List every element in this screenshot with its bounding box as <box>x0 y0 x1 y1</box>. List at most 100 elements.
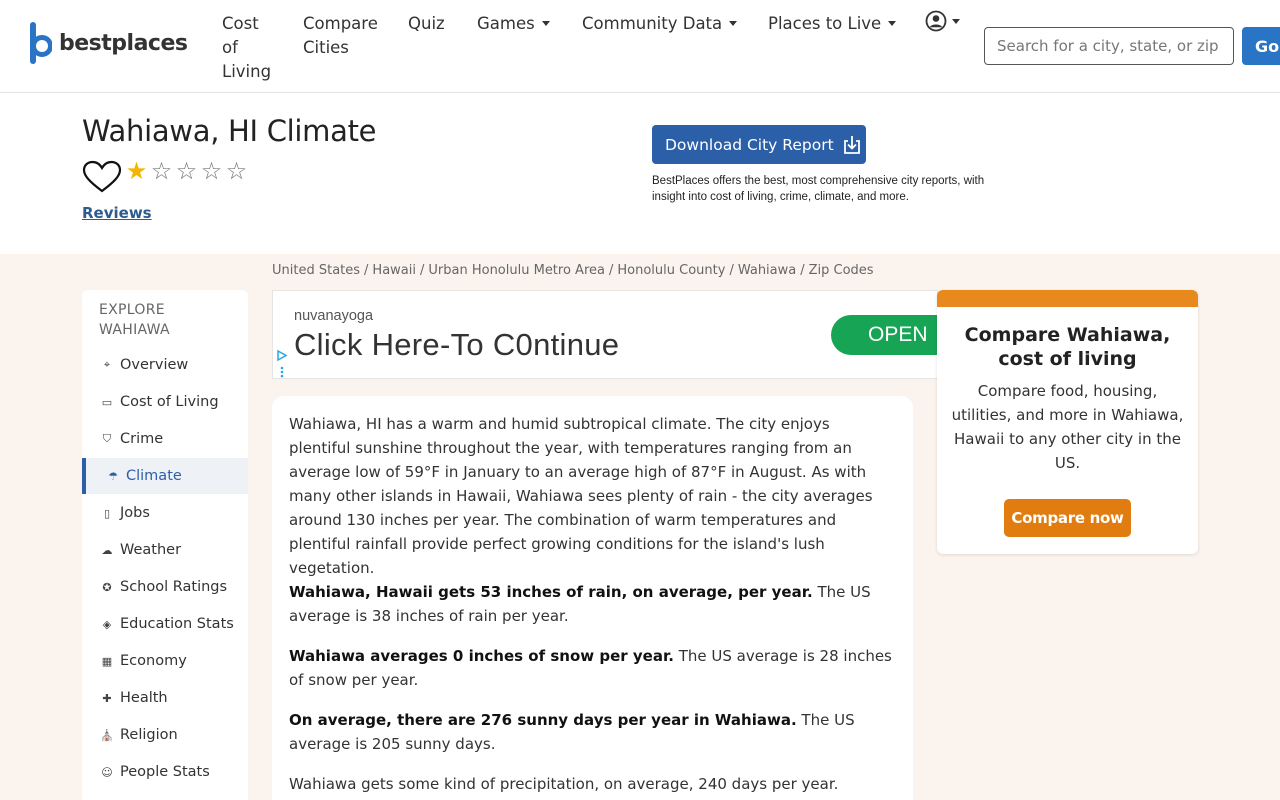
star-empty-icon[interactable]: ☆ <box>225 158 248 186</box>
nav-cost-of-living-line2: of <box>222 38 238 57</box>
search-input[interactable] <box>984 27 1234 65</box>
umbrella-icon: ☂ <box>108 469 118 483</box>
compare-card-text: Compare food, housing, utilities, and mo… <box>951 382 1184 472</box>
sidebar-item-label: Economy <box>120 653 187 669</box>
snow-stat-bold: Wahiawa averages 0 inches of snow per ye… <box>289 647 674 665</box>
compare-now-button[interactable]: Compare now <box>1004 499 1131 537</box>
breadcrumb: United States / Hawaii / Urban Honolulu Metr… <box>272 263 874 278</box>
nav-compare-cities-line1: Compare <box>303 14 378 33</box>
sidebar-item-label: Weather <box>120 542 182 558</box>
download-note: BestPlaces offers the best, most compreh… <box>652 175 985 203</box>
sidebar-item-label: Religion <box>120 727 178 743</box>
caret-down-icon <box>888 21 897 26</box>
sidebar-item-label: Health <box>120 690 168 706</box>
breadcrumb-link[interactable]: Honolulu County <box>617 263 725 278</box>
ad-banner[interactable]: nuvanayoga Click Here-To C0ntinue OPEN <box>272 290 951 379</box>
breadcrumb-separator: / <box>420 263 425 278</box>
building-icon: ▦ <box>101 654 113 668</box>
sidebar-item-label: People Stats <box>120 764 210 780</box>
ad-choices-icon[interactable] <box>276 349 288 379</box>
nav-community-data-dropdown[interactable]: Community Data <box>582 12 738 36</box>
sidebar-item-economy[interactable]: ▦ Economy <box>82 643 248 679</box>
nav-games-dropdown[interactable]: Games <box>477 12 550 36</box>
go-button[interactable]: Go <box>1242 27 1280 65</box>
nav-cost-of-living-line3: Living <box>222 62 272 81</box>
caret-down-icon <box>729 21 738 26</box>
user-circle-icon <box>925 10 947 32</box>
snow-stat: Wahiawa averages 0 inches of snow per ye… <box>289 644 895 692</box>
clipboard-icon: ▯ <box>103 506 111 520</box>
first-aid-icon: ✚ <box>102 691 112 705</box>
ad-headline[interactable]: Click Here-To C0ntinue <box>294 327 619 363</box>
breadcrumb-link[interactable]: Urban Honolulu Metro Area <box>428 263 605 278</box>
nav-quiz[interactable]: Quiz <box>408 12 445 36</box>
breadcrumb-link[interactable]: Hawaii <box>372 263 416 278</box>
nav-compare-cities[interactable]: Compare Cities <box>303 12 378 60</box>
sidebar-item-label: Overview <box>120 357 189 373</box>
logo-mark-icon <box>30 22 53 64</box>
reviews-link[interactable]: Reviews <box>82 204 152 222</box>
nav-cost-of-living-line1: Cost <box>222 14 259 33</box>
wallet-icon: ▭ <box>101 395 113 409</box>
graduation-cap-icon: ◈ <box>102 617 112 631</box>
breadcrumb-separator: / <box>729 263 734 278</box>
sidebar-item-label: Education Stats <box>120 616 234 632</box>
sidebar-item-school-ratings[interactable]: ✪ School Ratings <box>82 569 248 605</box>
sidebar-item-overview[interactable]: ⌖ Overview <box>82 347 248 383</box>
sidebar-item-weather[interactable]: ☁ Weather <box>82 532 248 568</box>
bestplaces-logo[interactable]: bestplaces <box>30 22 188 64</box>
nav-games-label: Games <box>477 14 535 33</box>
star-empty-icon[interactable]: ☆ <box>175 158 198 186</box>
nav-places-to-live-label: Places to Live <box>768 14 882 33</box>
star-empty-icon[interactable]: ☆ <box>200 158 223 186</box>
breadcrumb-link[interactable]: United States <box>272 263 360 278</box>
heart-icon[interactable] <box>82 160 122 194</box>
sidebar-heading: EXPLORE WAHIAWA <box>99 302 170 338</box>
explore-sidebar: EXPLORE WAHIAWA ⌖ Overview ▭ Cost of Living… <box>82 290 248 800</box>
compare-card-title: Compare Wahiawa, cost of living <box>964 324 1171 370</box>
rain-stat-bold: Wahiawa, Hawaii gets 53 inches of rain, … <box>289 583 813 601</box>
sidebar-item-label: Cost of Living <box>120 394 219 410</box>
top-navbar: bestplaces Cost of Living Compare Cities… <box>0 0 1280 93</box>
sidebar-item-label: School Ratings <box>120 579 228 595</box>
download-city-report-button[interactable]: Download City Report <box>652 125 866 164</box>
sun-stat: On average, there are 276 sunny days per… <box>289 708 895 756</box>
ad-advertiser: nuvanayoga <box>294 308 374 324</box>
nav-community-data-label: Community Data <box>582 14 723 33</box>
download-icon <box>843 135 860 154</box>
caret-down-icon <box>952 18 960 24</box>
sidebar-item-religion[interactable]: ⛪ Religion <box>82 717 248 753</box>
sidebar-item-cost-of-living[interactable]: ▭ Cost of Living <box>82 384 248 420</box>
church-icon: ⛪ <box>100 728 114 742</box>
compare-card-accent-bar <box>937 290 1198 307</box>
sidebar-item-health[interactable]: ✚ Health <box>82 680 248 716</box>
sidebar-item-climate[interactable]: ☂ Climate <box>82 458 248 494</box>
cloud-rain-icon: ☁ <box>101 543 113 557</box>
star-rating[interactable]: ★ ☆ ☆ ☆ ☆ <box>125 158 248 186</box>
rain-stat: Wahiawa, Hawaii gets 53 inches of rain, … <box>289 580 895 628</box>
nav-quiz-label: Quiz <box>408 14 445 33</box>
breadcrumb-separator: / <box>364 263 369 278</box>
breadcrumb-link[interactable]: Wahiawa <box>738 263 796 278</box>
user-account-menu[interactable] <box>925 10 960 32</box>
sidebar-item-jobs[interactable]: ▯ Jobs <box>82 495 248 531</box>
sidebar-item-crime[interactable]: ⛉ Crime <box>82 421 248 457</box>
star-empty-icon[interactable]: ☆ <box>150 158 173 186</box>
download-city-report-label: Download City Report <box>665 135 834 154</box>
breadcrumb-separator: / <box>800 263 805 278</box>
sidebar-item-people-stats[interactable]: ☺ People Stats <box>82 754 248 790</box>
nav-compare-cities-line2: Cities <box>303 38 349 57</box>
star-filled-icon[interactable]: ★ <box>125 158 148 186</box>
sun-stat-bold: On average, there are 276 sunny days per… <box>289 711 797 729</box>
climate-content-card: Wahiawa, HI has a warm and humid subtrop… <box>272 396 913 800</box>
map-pin-icon: ⌖ <box>103 358 111 371</box>
breadcrumb-link[interactable]: Zip Codes <box>809 263 874 278</box>
sidebar-item-label: Crime <box>120 431 164 447</box>
school-icon: ✪ <box>102 580 112 594</box>
sidebar-item-education-stats[interactable]: ◈ Education Stats <box>82 606 248 642</box>
breadcrumb-separator: / <box>608 263 614 278</box>
nav-places-to-live-dropdown[interactable]: Places to Live <box>768 12 897 36</box>
nav-cost-of-living[interactable]: Cost of Living <box>222 12 271 84</box>
climate-intro: Wahiawa, HI has a warm and humid subtrop… <box>289 415 873 577</box>
ad-open-button[interactable]: OPEN <box>831 315 951 355</box>
